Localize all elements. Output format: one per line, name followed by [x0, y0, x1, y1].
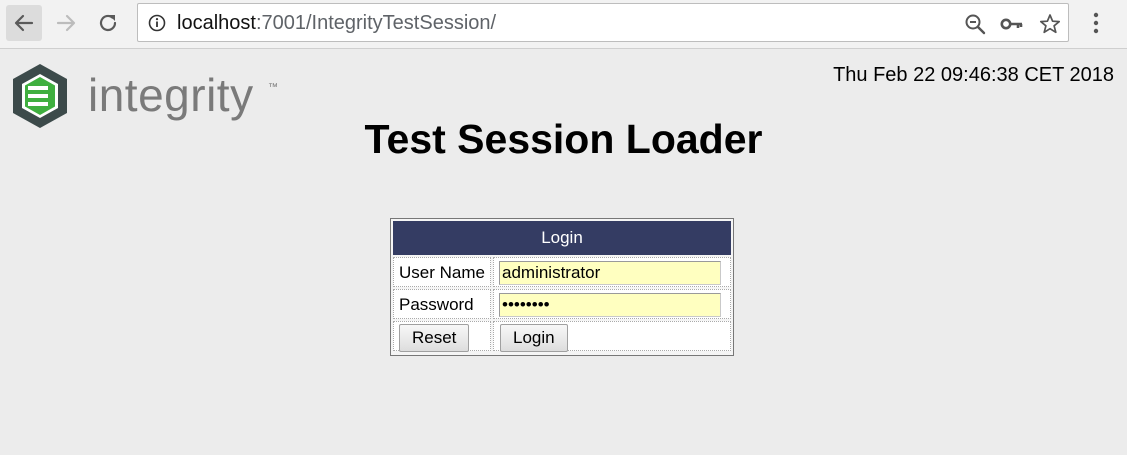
- buttons-row: Reset Login: [393, 321, 731, 352]
- login-heading: Login: [393, 221, 731, 255]
- zoom-out-icon: [965, 14, 986, 35]
- key-icon: [1000, 18, 1023, 30]
- url-path: :7001/IntegrityTestSession/: [255, 12, 497, 34]
- saved-password-button[interactable]: [1000, 12, 1024, 36]
- password-input[interactable]: [499, 293, 721, 317]
- url-text[interactable]: localhost:7001/IntegrityTestSession/: [177, 12, 496, 35]
- password-row: Password: [393, 289, 731, 319]
- menu-icon: [1093, 12, 1099, 34]
- password-label-cell: Password: [393, 289, 491, 319]
- username-input[interactable]: [499, 261, 721, 285]
- page-title: Test Session Loader: [364, 116, 763, 162]
- forward-arrow-icon: [56, 14, 76, 32]
- login-form: Login User Name Password Reset Login: [390, 218, 734, 356]
- reload-button[interactable]: [90, 5, 126, 41]
- username-value-cell: [493, 257, 731, 287]
- info-icon[interactable]: [148, 14, 166, 32]
- logo-trademark: ™: [268, 82, 278, 93]
- browser-menu-button[interactable]: [1084, 8, 1108, 38]
- star-icon: [1039, 14, 1061, 34]
- server-datetime: Thu Feb 22 09:46:38 CET 2018: [833, 64, 1114, 86]
- bookmark-button[interactable]: [1038, 12, 1062, 36]
- password-value-cell: [493, 289, 731, 319]
- password-label: Password: [399, 295, 474, 314]
- back-button[interactable]: [6, 5, 42, 41]
- reset-button[interactable]: Reset: [399, 324, 470, 352]
- logo-wordmark: integrity: [88, 69, 254, 121]
- username-label: User Name: [399, 263, 485, 282]
- address-bar[interactable]: localhost:7001/IntegrityTestSession/: [137, 3, 1069, 42]
- back-arrow-icon: [14, 14, 34, 32]
- zoom-out-button[interactable]: [963, 12, 987, 36]
- username-label-cell: User Name: [393, 257, 491, 287]
- url-host: localhost: [177, 12, 256, 34]
- reset-cell: Reset: [393, 321, 491, 352]
- login-button[interactable]: Login: [500, 324, 568, 352]
- username-row: User Name: [393, 257, 731, 287]
- forward-button[interactable]: [48, 5, 84, 41]
- browser-toolbar: localhost:7001/IntegrityTestSession/: [0, 0, 1127, 49]
- login-cell: Login: [493, 321, 731, 352]
- reload-icon: [99, 14, 117, 32]
